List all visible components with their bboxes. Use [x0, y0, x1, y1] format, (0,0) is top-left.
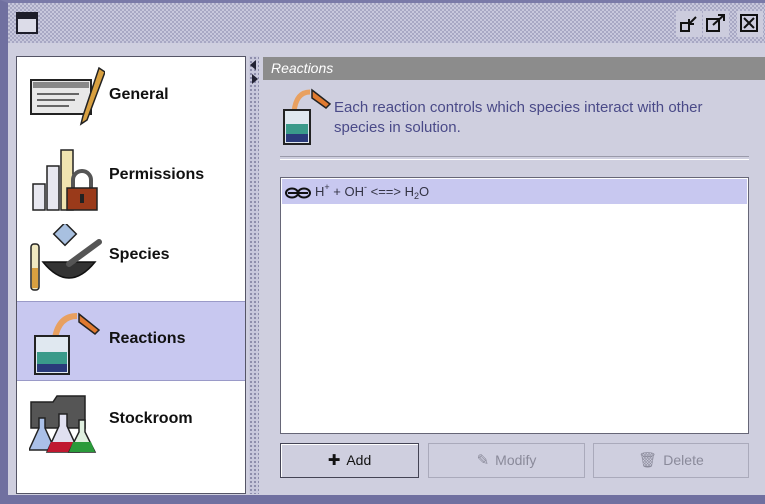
sidebar-item-stockroom[interactable]: Stockroom: [17, 382, 245, 462]
maximize-icon[interactable]: [703, 11, 729, 37]
beaker-pour-icon: [283, 88, 332, 145]
sidebar: General Permissions Species Reactions St…: [16, 56, 246, 494]
reaction-link-icon: [285, 187, 311, 199]
mortar-pestle-icon: [30, 224, 102, 291]
sidebar-item-reactions[interactable]: Reactions: [17, 301, 245, 381]
plus-icon: ✚: [327, 451, 341, 469]
sidebar-item-label: Permissions: [109, 166, 205, 183]
minimize-icon[interactable]: [676, 11, 702, 37]
sidebar-item-label: Reactions: [109, 330, 186, 347]
sidebar-item-label: Species: [109, 246, 170, 263]
sidebar-item-label: General: [109, 86, 169, 103]
beaker-pour-icon: [34, 312, 101, 375]
modify-button[interactable]: ✎ Modify: [428, 443, 585, 478]
reaction-equation: H+ + OH- <==> H2O: [315, 182, 430, 201]
reaction-list[interactable]: H+ + OH- <==> H2O: [280, 177, 749, 434]
sidebar-item-permissions[interactable]: Permissions: [17, 138, 245, 218]
flasks-icon: [29, 395, 97, 453]
sidebar-item-species[interactable]: Species: [17, 218, 245, 298]
title-bar[interactable]: [8, 3, 765, 43]
panel-title: Reactions: [263, 57, 765, 80]
notepad-pencil-icon: [30, 66, 105, 126]
list-item[interactable]: H+ + OH- <==> H2O: [282, 179, 747, 204]
trash-icon: 🗑: [638, 451, 658, 469]
expand-right-arrow-icon[interactable]: [252, 74, 258, 84]
add-button[interactable]: ✚ Add: [280, 443, 419, 478]
sidebar-item-general[interactable]: General: [17, 58, 245, 138]
delete-button[interactable]: 🗑 Delete: [593, 443, 749, 478]
pencil-icon: ✎: [476, 451, 490, 469]
panel-description: Each reaction controls which species int…: [334, 99, 703, 136]
bar-chart-lock-icon: [32, 149, 98, 211]
window-menu-icon[interactable]: [16, 12, 38, 34]
collapse-left-arrow-icon[interactable]: [250, 60, 256, 70]
close-icon[interactable]: [737, 11, 763, 37]
split-pane-divider[interactable]: [249, 56, 259, 494]
separator: [280, 156, 749, 160]
sidebar-item-label: Stockroom: [109, 410, 193, 427]
